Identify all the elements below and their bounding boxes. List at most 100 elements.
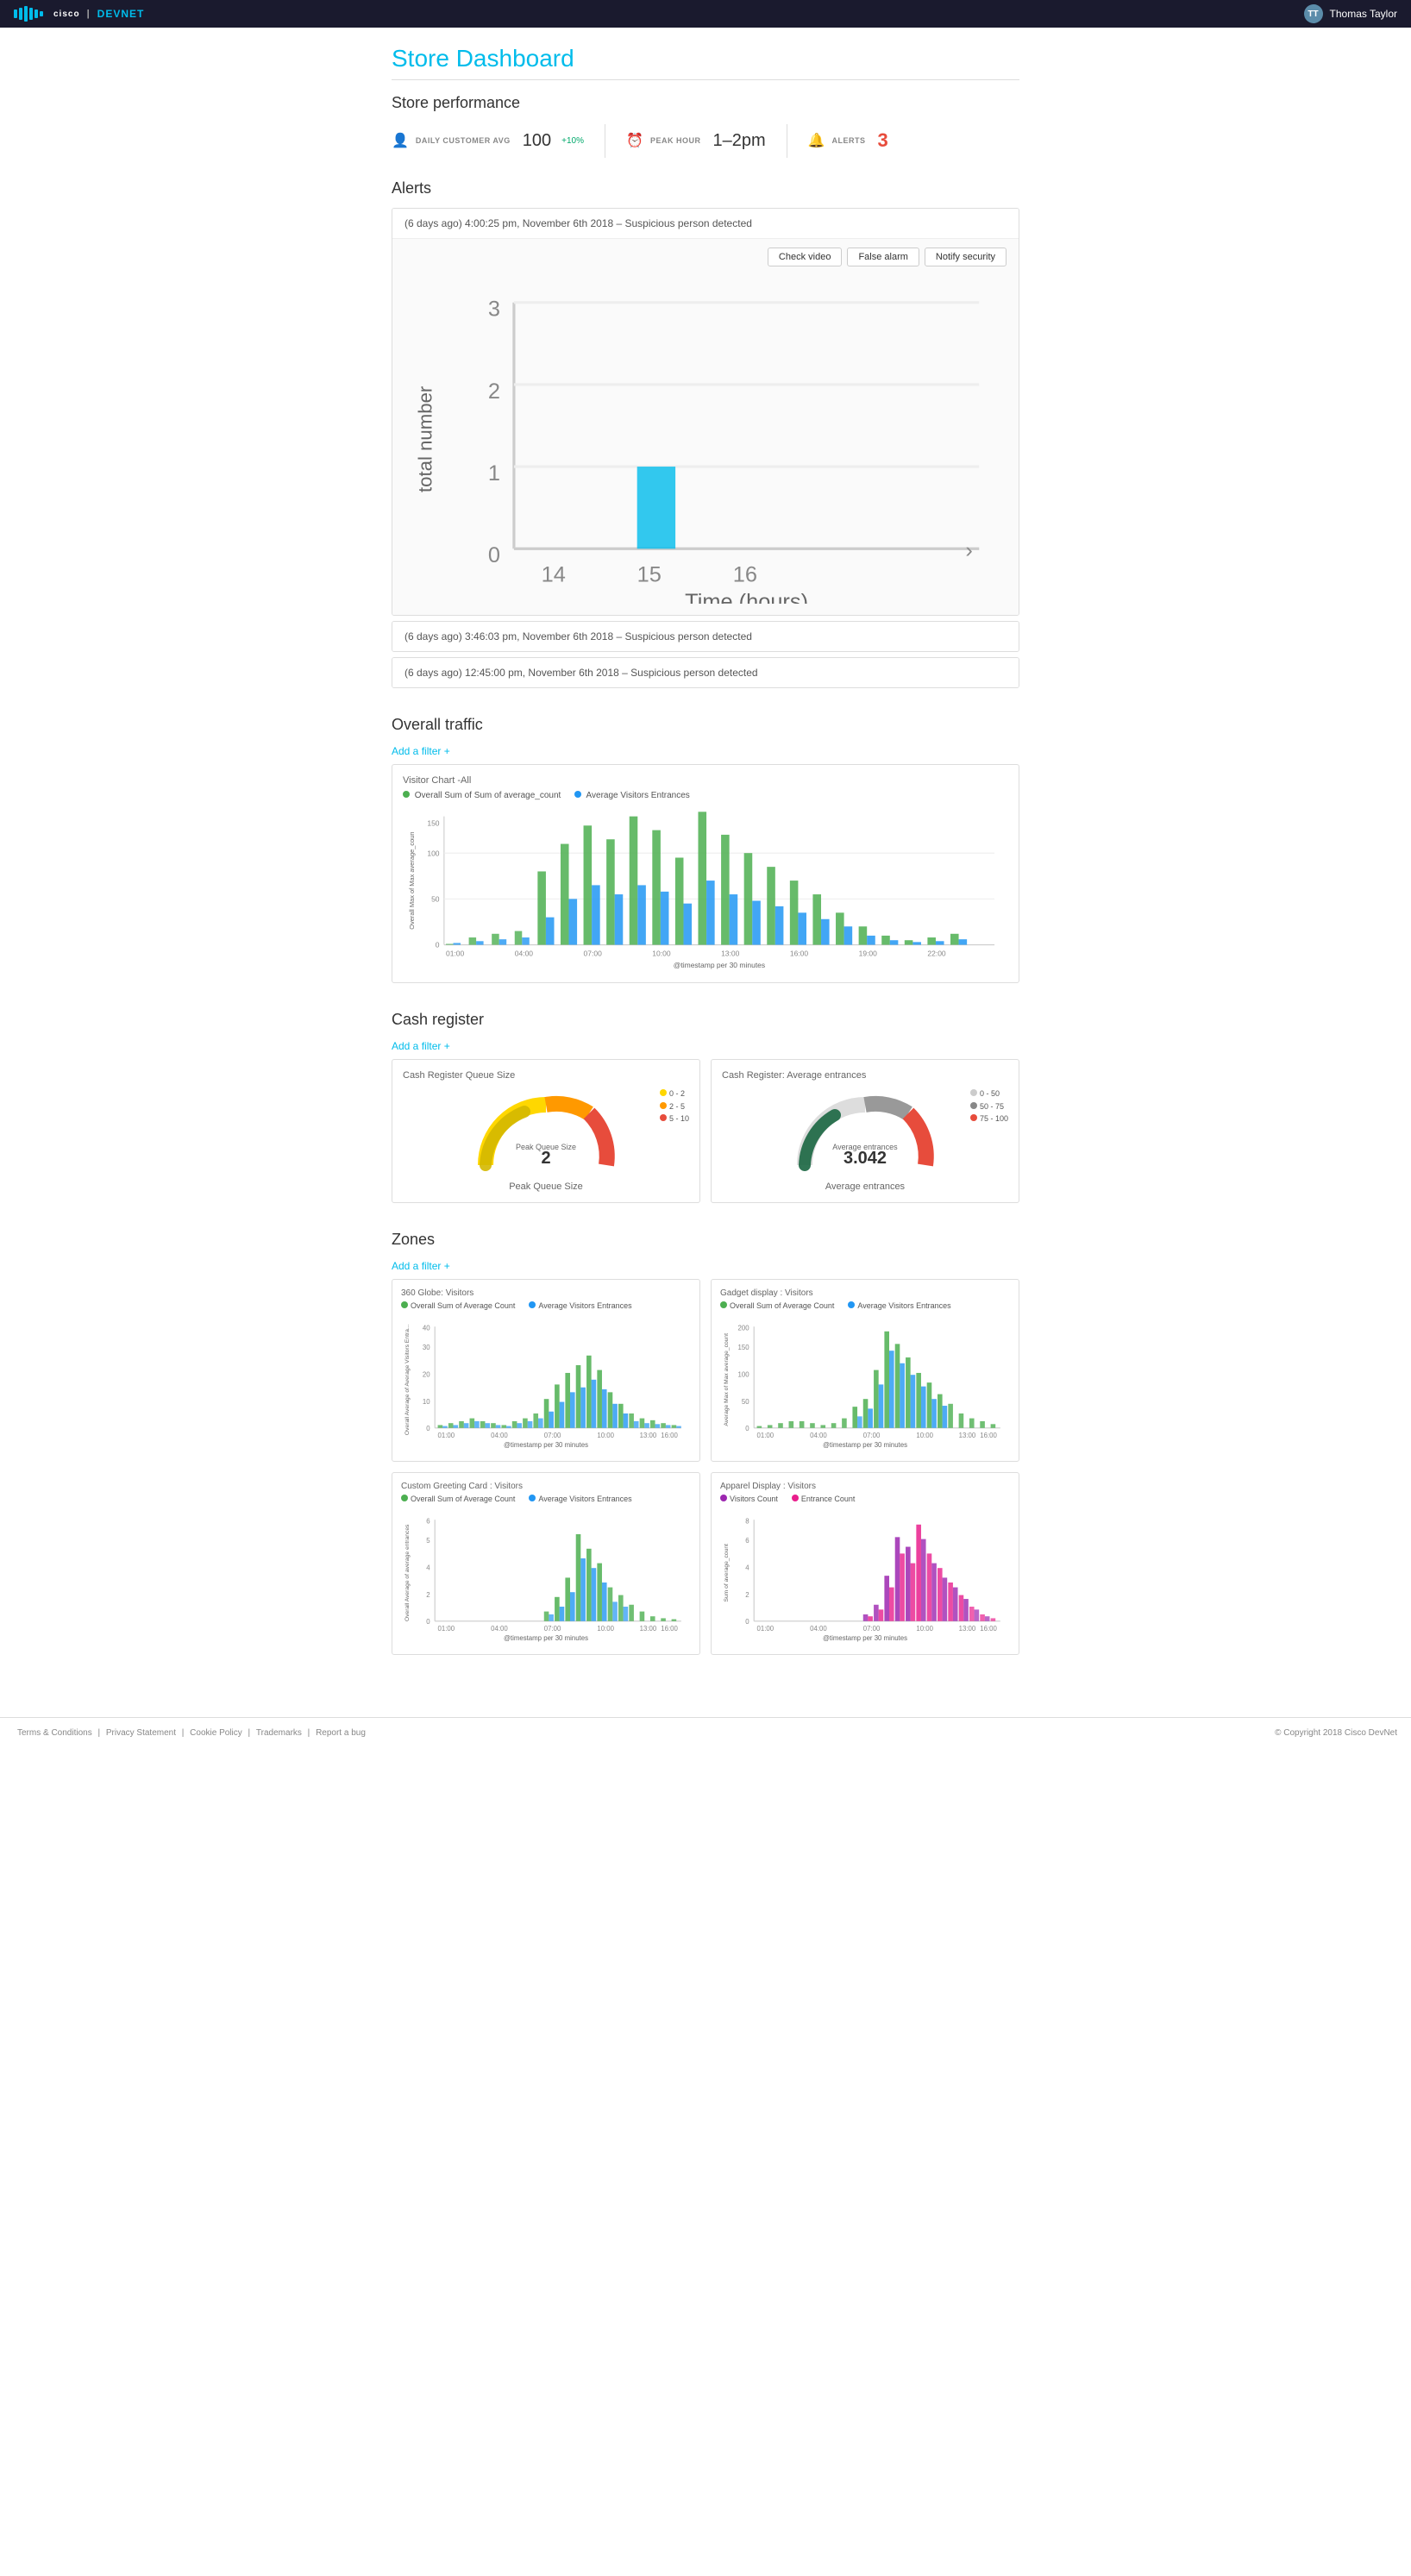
daily-value: 100 [523,131,551,151]
alert-item-1: (6 days ago) 4:00:25 pm, November 6th 20… [392,208,1019,616]
svg-text:50: 50 [431,894,440,903]
svg-text:150: 150 [427,818,439,827]
svg-text:04:00: 04:00 [491,1625,508,1633]
alerts-section: Alerts (6 days ago) 4:00:25 pm, November… [392,179,1019,688]
svg-text:Overall Max of Max average_cou: Overall Max of Max average_coun [408,831,416,929]
avatar: TT [1304,4,1323,23]
svg-text:4: 4 [426,1564,430,1571]
svg-text:Overall Average of Average Vis: Overall Average of Average Visitors Entr… [404,1325,411,1436]
svg-text:150: 150 [738,1344,750,1351]
alerts-count: 3 [878,129,888,152]
svg-text:04:00: 04:00 [515,949,534,957]
zone-apparel-title: Apparel Display : Visitors [720,1482,1010,1491]
zone-gadget-svg: 0 50 100 150 200 [720,1317,1010,1452]
svg-text:13:00: 13:00 [959,1625,976,1633]
daily-change: +10% [561,136,584,146]
cisco-logo-icon [14,6,48,22]
legend-blue-dot [529,1495,536,1501]
svg-text:01:00: 01:00 [446,949,465,957]
check-video-button[interactable]: Check video [768,248,843,266]
footer-copyright: © Copyright 2018 Cisco DevNet [1275,1728,1397,1738]
daily-customer-metric: 👤 DAILY CUSTOMER AVG 100 +10% [392,124,605,158]
legend-green-dot [720,1301,727,1308]
clock-icon: ⏰ [626,132,643,149]
footer-report[interactable]: Report a bug [316,1728,366,1738]
queue-gauge-svg: Peak Queue Size 2 [468,1087,624,1174]
svg-text:01:00: 01:00 [438,1625,455,1633]
svg-text:10: 10 [423,1398,430,1406]
zone-greeting-title: Custom Greeting Card : Visitors [401,1482,691,1491]
svg-text:Average Max of Max average_cou: Average Max of Max average_count [724,1333,730,1426]
alert-item-3: (6 days ago) 12:45:00 pm, November 6th 2… [392,657,1019,688]
cash-register-add-filter[interactable]: Add a filter + [392,1040,450,1052]
alert-header-3: (6 days ago) 12:45:00 pm, November 6th 2… [392,658,1019,687]
footer-cookie[interactable]: Cookie Policy [190,1728,242,1738]
queue-gauge: Peak Queue Size 2 [468,1087,624,1176]
svg-text:16:00: 16:00 [790,949,809,957]
svg-text:@timestamp per 30 minutes: @timestamp per 30 minutes [504,1441,588,1449]
queue-bottom-label: Peak Queue Size [403,1181,689,1192]
entrances-gauge-svg: Average entrances 3.042 [787,1087,943,1174]
daily-label: DAILY CUSTOMER AVG [416,136,511,145]
peak-label: PEAK HOUR [650,136,701,145]
svg-text:04:00: 04:00 [810,1625,827,1633]
footer-trademarks[interactable]: Trademarks [256,1728,302,1738]
svg-text:15: 15 [637,562,662,586]
entrances-gauge: Average entrances 3.042 [787,1087,943,1176]
alerts-metric: 🔔 ALERTS 3 [808,122,909,159]
svg-text:3: 3 [488,298,500,322]
entrances-card: Cash Register: Average entrances 0 - 50 … [711,1059,1019,1203]
alert-header-1: (6 days ago) 4:00:25 pm, November 6th 20… [392,209,1019,238]
queue-size-card: Cash Register Queue Size 0 - 2 2 - 5 5 -… [392,1059,700,1203]
svg-text:2: 2 [541,1149,550,1168]
svg-text:0: 0 [426,1618,430,1626]
zone-apparel-card: Apparel Display : Visitors Visitors Coun… [711,1472,1019,1655]
svg-text:07:00: 07:00 [544,1625,561,1633]
traffic-add-filter[interactable]: Add a filter + [392,745,450,757]
traffic-chart-card: Visitor Chart -All Overall Sum of Sum of… [392,764,1019,983]
footer-privacy[interactable]: Privacy Statement [106,1728,176,1738]
notify-security-button[interactable]: Notify security [925,248,1007,266]
bell-icon: 🔔 [808,132,825,149]
zone-apparel-legend: Visitors Count Entrance Count [720,1495,1010,1503]
peak-hour-metric: ⏰ PEAK HOUR 1–2pm [626,124,787,158]
svg-text:total number: total number [415,385,436,492]
svg-text:01:00: 01:00 [757,1432,774,1439]
svg-text:›: › [965,538,972,562]
false-alarm-button[interactable]: False alarm [847,248,919,266]
footer-terms[interactable]: Terms & Conditions [17,1728,92,1738]
page-title: Store Dashboard [392,45,1019,72]
zone-gadget-title: Gadget display : Visitors [720,1288,1010,1298]
traffic-chart-svg: 0 50 100 150 [403,807,1008,972]
svg-text:01:00: 01:00 [757,1625,774,1633]
zone-gadget-legend: Overall Sum of Average Count Average Vis… [720,1301,1010,1310]
svg-text:16:00: 16:00 [980,1625,997,1633]
traffic-chart-title: Visitor Chart -All [403,775,1008,786]
svg-text:22:00: 22:00 [927,949,946,957]
devnet-text: DEVNET [97,8,145,20]
svg-text:10:00: 10:00 [916,1625,933,1633]
svg-text:04:00: 04:00 [810,1432,827,1439]
legend-green-dot [403,791,410,798]
svg-text:30: 30 [423,1344,430,1351]
zone-360globe-card: 360 Globe: Visitors Overall Sum of Avera… [392,1279,700,1462]
user-menu[interactable]: TT Thomas Taylor [1304,4,1397,23]
traffic-legend-green: Overall Sum of Sum of average_count [403,791,561,800]
svg-text:100: 100 [427,849,439,857]
svg-text:14: 14 [542,562,566,586]
zone-greeting-legend: Overall Sum of Average Count Average Vis… [401,1495,691,1503]
zone-360globe-svg: 0 10 20 30 40 [401,1317,691,1452]
svg-text:200: 200 [738,1325,750,1332]
cash-register-heading: Cash register [392,1011,1019,1029]
person-icon: 👤 [392,132,409,149]
svg-text:1: 1 [488,461,500,486]
footer-links: Terms & Conditions | Privacy Statement |… [14,1728,369,1738]
svg-text:@timestamp per 30 minutes: @timestamp per 30 minutes [823,1634,907,1642]
queue-legend: 0 - 2 2 - 5 5 - 10 [660,1087,689,1125]
svg-text:@timestamp per 30 minutes: @timestamp per 30 minutes [674,961,765,969]
store-performance-heading: Store performance [392,94,1019,112]
legend-blue-dot [848,1301,855,1308]
brand-logo: cisco | DEVNET [14,6,144,22]
legend-green-dot [401,1495,408,1501]
zones-add-filter[interactable]: Add a filter + [392,1260,450,1272]
